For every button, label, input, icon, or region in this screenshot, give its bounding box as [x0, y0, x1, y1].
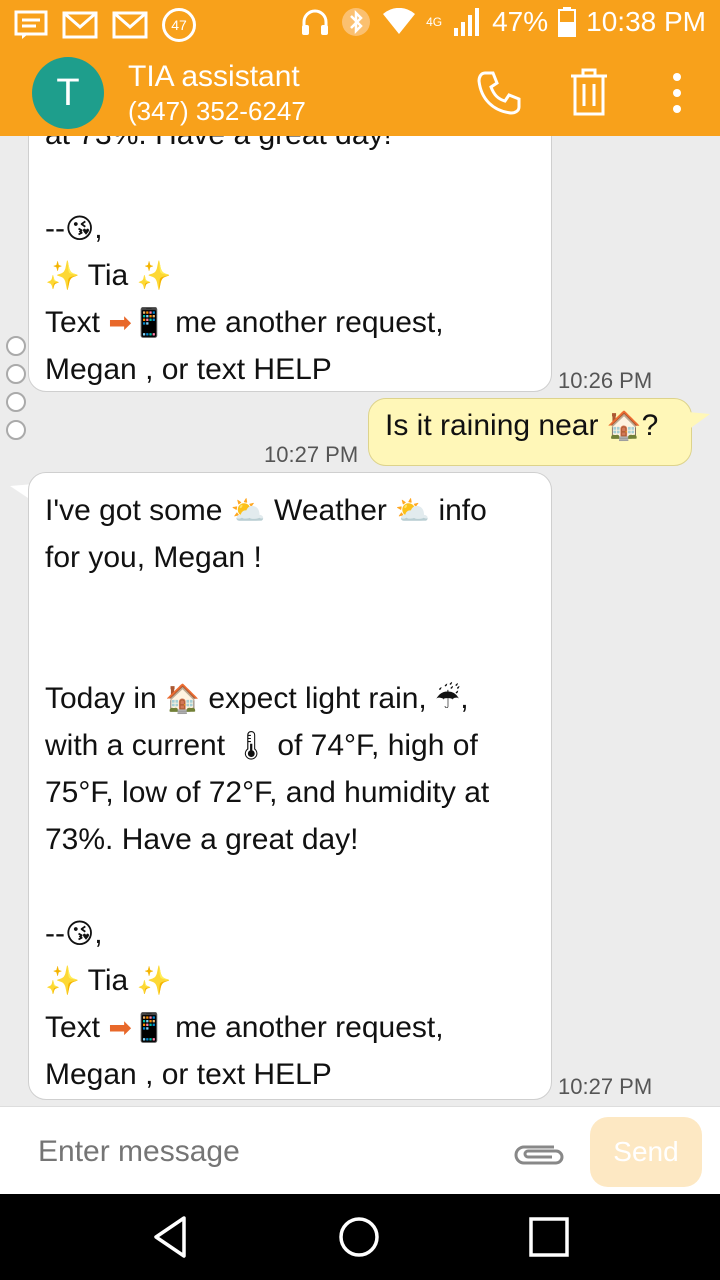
sparkles-icon: ✨ — [45, 259, 80, 292]
message-composer: Send — [0, 1106, 720, 1195]
scroll-dot — [6, 420, 26, 440]
headphones-icon — [302, 9, 329, 35]
message-text: Weather — [274, 494, 387, 527]
message-line: --😘, — [45, 205, 535, 252]
wifi-icon — [383, 8, 416, 34]
thermometer-icon: 🌡 — [233, 729, 269, 762]
cloud-icon: ⛅ — [395, 494, 431, 527]
message-text: ? — [641, 409, 659, 442]
message-line: --😘, — [45, 910, 535, 957]
message-line: Text ➡📱 me another request, — [45, 1004, 535, 1051]
message-line: Today in 🏠 expect light rain, ☔, — [45, 675, 535, 722]
message-line: Text ➡📱 me another request, — [45, 299, 535, 346]
message-timestamp: 10:27 PM — [264, 442, 359, 467]
sparkles-icon: ✨ — [136, 964, 172, 997]
message-text: with a current — [45, 729, 226, 762]
gmail-icon — [62, 11, 98, 39]
more-vert-icon — [673, 73, 681, 113]
message-text: of 74°F, high of — [277, 729, 478, 762]
house-icon: 🏠 — [165, 682, 200, 715]
bubble-tail — [688, 412, 710, 430]
dash: -- — [45, 212, 65, 245]
bluetooth-icon — [342, 8, 371, 36]
attach-button[interactable] — [510, 1135, 566, 1171]
message-line: Megan , or text HELP — [45, 1058, 332, 1091]
message-line: for you, Megan ! — [45, 541, 262, 574]
avatar[interactable]: T — [32, 57, 104, 129]
message-line: at 73%. Have a great day! — [45, 136, 535, 158]
mobile-phone-icon: 📱 — [131, 1011, 167, 1044]
message-text: Is it raining near — [385, 409, 599, 442]
umbrella-icon: ☔ — [435, 682, 461, 715]
sparkles-icon: ✨ — [136, 259, 172, 292]
message-text: I've got some — [45, 494, 223, 527]
trash-icon — [571, 68, 607, 116]
message-text: , — [460, 682, 469, 715]
message-timestamp: 10:27 PM — [558, 1074, 653, 1099]
text-suffix: me another request, — [175, 1011, 444, 1044]
dash: -- — [45, 917, 65, 950]
more-options-button[interactable] — [650, 66, 704, 120]
scroll-dot — [6, 336, 26, 356]
paperclip-icon — [514, 1145, 564, 1165]
message-line: 73%. Have a great day! — [45, 823, 359, 856]
outgoing-message[interactable]: Is it raining near 🏠? — [368, 398, 692, 466]
message-thread[interactable]: at 73%. Have a great day! --😘, ✨ Tia ✨ T… — [0, 136, 720, 1106]
battery-percent: 47% — [492, 6, 549, 37]
message-notification-icon — [14, 10, 48, 39]
top-bar: 47 4G 47% 10:38 PM T TIA assistant (347)… — [0, 0, 720, 136]
arrow-icon: ➡ — [108, 306, 132, 339]
incoming-message[interactable]: at 73%. Have a great day! --😘, ✨ Tia ✨ T… — [28, 136, 552, 392]
send-button[interactable]: Send — [590, 1117, 702, 1187]
home-icon[interactable] — [334, 1212, 384, 1262]
network-type: 4G — [426, 15, 443, 29]
sparkles-icon: ✨ — [45, 964, 80, 997]
message-line: ✨ Tia ✨ — [45, 957, 535, 1004]
notification-count-badge: 47 — [162, 8, 196, 42]
kiss-icon: 😘 — [64, 212, 95, 245]
scroll-dot — [6, 364, 26, 384]
message-input[interactable] — [36, 1129, 480, 1175]
signal-icon — [454, 8, 480, 36]
signature-name: Tia — [87, 964, 129, 997]
recent-apps-icon[interactable] — [524, 1212, 574, 1262]
status-bar: 47 4G 47% 10:38 PM — [0, 0, 720, 50]
message-line: I've got some ⛅ Weather ⛅ info — [45, 487, 535, 534]
delete-button[interactable] — [562, 66, 616, 120]
message-text: expect light rain, — [208, 682, 427, 715]
signature-name: Tia — [87, 259, 129, 292]
clock: 10:38 PM — [586, 6, 706, 37]
back-icon[interactable] — [146, 1212, 196, 1262]
message-text: Today in — [45, 682, 157, 715]
text-prefix: Text — [45, 1011, 101, 1044]
house-icon: 🏠 — [606, 409, 642, 442]
incoming-message[interactable]: I've got some ⛅ Weather ⛅ info for you, … — [28, 472, 552, 1100]
scroll-dot — [6, 392, 26, 412]
cloud-icon: ⛅ — [230, 494, 266, 527]
conversation-header: T TIA assistant (347) 352-6247 — [0, 52, 720, 136]
message-line: ✨ Tia ✨ — [45, 252, 535, 299]
navigation-bar — [0, 1194, 720, 1280]
mobile-phone-icon: 📱 — [131, 306, 167, 339]
call-button[interactable] — [472, 66, 526, 120]
comma: , — [94, 212, 103, 245]
battery-icon — [558, 7, 577, 37]
message-line: Megan , or text HELP — [45, 353, 332, 386]
scroll-indicator — [6, 336, 26, 448]
arrow-icon: ➡ — [108, 1011, 132, 1044]
phone-icon — [477, 71, 521, 115]
contact-name: TIA assistant — [128, 60, 300, 93]
message-line: with a current 🌡 of 74°F, high of — [45, 722, 535, 769]
text-prefix: Text — [45, 306, 101, 339]
message-timestamp: 10:26 PM — [558, 368, 653, 393]
message-line: 75°F, low of 72°F, and humidity at — [45, 776, 490, 809]
gmail-icon — [112, 11, 148, 39]
text-suffix: me another request, — [175, 306, 444, 339]
comma: , — [94, 917, 103, 950]
kiss-icon: 😘 — [64, 917, 95, 950]
contact-number: (347) 352-6247 — [128, 96, 306, 126]
message-text: info — [438, 494, 487, 527]
